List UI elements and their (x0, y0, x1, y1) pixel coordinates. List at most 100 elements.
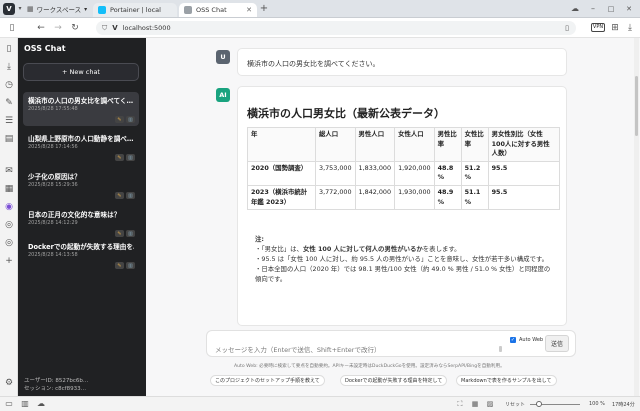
table-header: 男性人口 (354, 127, 396, 162)
table-header: 年 (247, 127, 316, 162)
address-bar[interactable]: ⛉ V localhost:5000 (96, 21, 576, 35)
rename-pencil-icon[interactable]: ✎ (115, 154, 124, 161)
rename-pencil-icon[interactable]: ✎ (115, 116, 124, 123)
web-panel-icon[interactable]: ◎ (4, 220, 14, 230)
downloads-panel-icon[interactable]: ⤓ (4, 62, 14, 72)
chat-list-item[interactable]: 山梨県上野原市の人口動静を調べ… 2025/8/28 17:14:56 ✎ ▥ (23, 130, 139, 164)
delete-trash-icon[interactable]: ▥ (126, 116, 135, 123)
zoom-level: 100 % (589, 401, 605, 407)
message-input[interactable]: メッセージを入力（Enterで送信、Shift+Enterで改行） (215, 344, 380, 354)
extensions-icon[interactable]: ⊞ (610, 22, 620, 34)
history-panel-icon[interactable]: ◷ (4, 80, 14, 90)
note-line: ・日本全国の人口（2020 年）では 98.1 男性/100 女性（約 49.0… (255, 264, 551, 283)
tab-title: OSS Chat (196, 6, 227, 14)
new-tab-button[interactable]: + (259, 4, 269, 14)
translate-panel-icon[interactable]: ▤ (4, 134, 14, 144)
add-panel-icon[interactable]: + (4, 256, 14, 266)
tab-oss-chat[interactable]: OSS Chat ✕ (179, 3, 257, 17)
delete-trash-icon[interactable]: ▥ (126, 154, 135, 161)
table-row: 2023（横浜市統計年鑑 2023） 3,772,000 1,842,000 1… (247, 185, 561, 211)
maximize-icon[interactable]: □ (606, 4, 616, 14)
delete-trash-icon[interactable]: ▥ (126, 262, 135, 269)
chat-date: 2025/8/28 15:29:36 (28, 182, 78, 188)
rename-pencil-icon[interactable]: ✎ (115, 192, 124, 199)
resize-handle[interactable] (499, 346, 502, 352)
chat-list-item[interactable]: 少子化の原因は？ 2025/8/28 15:29:36 ✎ ▥ (23, 168, 139, 202)
ai-avatar: AI (216, 88, 230, 102)
user-message-text: 横浜市の人口の男女比を調べてください。 (247, 60, 380, 68)
capture-icon[interactable]: ⛶ (455, 399, 465, 409)
bookmarks-panel-icon[interactable]: ▯ (4, 44, 14, 54)
shield-icon: ⛉ (102, 23, 108, 32)
chat-date: 2025/8/28 14:13:58 (28, 252, 78, 258)
settings-gear-icon[interactable]: ⚙ (4, 378, 14, 388)
web-panel-icon[interactable]: ◎ (4, 238, 14, 248)
message-composer: メッセージを入力（Enterで送信、Shift+Enterで改行） ✓ Auto… (206, 330, 576, 357)
panel-toggle-icon[interactable]: ▭ (4, 399, 14, 409)
forward-arrow-icon[interactable]: → (53, 22, 63, 34)
chat-title: 日本の正月の文化的な意味は？ (28, 211, 121, 219)
tile-icon[interactable]: ▦ (470, 399, 480, 409)
back-arrow-icon[interactable]: ← (36, 22, 46, 34)
auto-web-checkbox[interactable]: ✓ (510, 337, 516, 343)
vivaldi-menu-icon[interactable]: V (3, 3, 15, 15)
rename-pencil-icon[interactable]: ✎ (115, 262, 124, 269)
ai-message: 横浜市の人口男女比（最新公表データ） 年 総人口 男性人口 女性人口 男性比率 … (237, 86, 567, 326)
ai-note: 注: ・「男女比」は、女性 100 人に対して何人の男性がいるかを表します。 ・… (255, 235, 555, 285)
table-cell: 1,920,000 (394, 160, 435, 187)
mastodon-panel-icon[interactable]: ◉ (4, 202, 14, 212)
calendar-panel-icon[interactable]: ▦ (4, 184, 14, 194)
tab-title: Portainer | local (110, 6, 161, 14)
chat-list-item[interactable]: Dockerでの起動が失敗する理由を… 2025/8/28 14:13:58 ✎… (23, 238, 139, 272)
reading-list-icon[interactable]: ☰ (4, 116, 14, 126)
workspaces-button[interactable]: ▦ ワークスペース ▾ (27, 3, 87, 15)
scrollbar-thumb[interactable] (635, 76, 638, 136)
reload-icon[interactable]: ↻ (70, 22, 80, 34)
cloud-icon[interactable]: ☁ (36, 399, 46, 409)
chat-title: 山梨県上野原市の人口動静を調べ… (28, 135, 134, 143)
portainer-favicon-icon (98, 6, 106, 14)
send-button[interactable]: 送信 (545, 335, 569, 352)
close-window-icon[interactable]: ✕ (624, 4, 634, 14)
chat-list-item[interactable]: 横浜市の人口の男女比を調べてく… 2025/8/28 17:55:48 ✎ ▥ (23, 92, 139, 126)
table-cell: 2020（国勢調査） (247, 160, 316, 187)
vpn-badge[interactable]: VPN (591, 23, 605, 32)
delete-trash-icon[interactable]: ▥ (126, 230, 135, 237)
suggestion-chip[interactable]: Markdownで表を作るサンプルを出して (456, 375, 557, 386)
vivaldi-icon: V (112, 24, 118, 32)
mail-panel-icon[interactable]: ✉ (4, 166, 14, 176)
suggestion-chip[interactable]: このプロジェクトのセットアップ手順を教えて (210, 375, 325, 386)
tiling-icon[interactable]: ▥ (20, 399, 30, 409)
session-id-text: セッション: c8cf8933… (24, 386, 87, 392)
minimize-icon[interactable]: – (588, 4, 598, 14)
cloud-sync-icon[interactable]: ☁ (570, 4, 580, 14)
zoom-slider-handle[interactable] (536, 401, 542, 407)
table-row: 2020（国勢調査） 3,753,000 1,833,000 1,920,000… (247, 160, 561, 187)
bookmark-icon[interactable]: ▯ (563, 22, 571, 34)
chevron-down-icon[interactable]: ▾ (16, 4, 24, 14)
chat-list-item[interactable]: 日本の正月の文化的な意味は？ 2025/8/28 14:12:29 ✎ ▥ (23, 206, 139, 240)
chat-date: 2025/8/28 17:55:48 (28, 106, 78, 112)
app-title: OSS Chat (24, 44, 66, 53)
new-chat-button[interactable]: + New chat (23, 63, 139, 81)
table-cell: 95.5 (487, 185, 561, 211)
delete-trash-icon[interactable]: ▥ (126, 192, 135, 199)
clock: 17時24分 (612, 402, 635, 408)
table-cell: 3,753,000 (315, 160, 356, 187)
chat-date: 2025/8/28 17:14:56 (28, 144, 78, 150)
table-cell: 48.8 % (433, 160, 462, 187)
tab-portainer[interactable]: Portainer | local (93, 3, 177, 17)
rename-pencil-icon[interactable]: ✎ (115, 230, 124, 237)
user-avatar: U (216, 50, 230, 64)
chat-date: 2025/8/28 14:12:29 (28, 220, 78, 226)
address-toolbar: ▯ ← → ↻ ⛉ V localhost:5000 ▯ VPN ⊞ ⤓ (0, 18, 640, 38)
suggestion-chip[interactable]: Dockerでの起動が失敗する理由を特定して (340, 375, 448, 386)
download-icon[interactable]: ⤓ (625, 22, 635, 34)
notes-panel-icon[interactable]: ✎ (4, 98, 14, 108)
close-tab-icon[interactable]: ✕ (246, 6, 252, 14)
zoom-reset-label[interactable]: リセット (505, 401, 525, 408)
image-icon[interactable]: ▨ (485, 399, 495, 409)
chat-title: Dockerでの起動が失敗する理由を… (28, 243, 134, 251)
table-cell: 1,930,000 (394, 185, 435, 211)
panel-toggle-icon[interactable]: ▯ (7, 22, 17, 34)
